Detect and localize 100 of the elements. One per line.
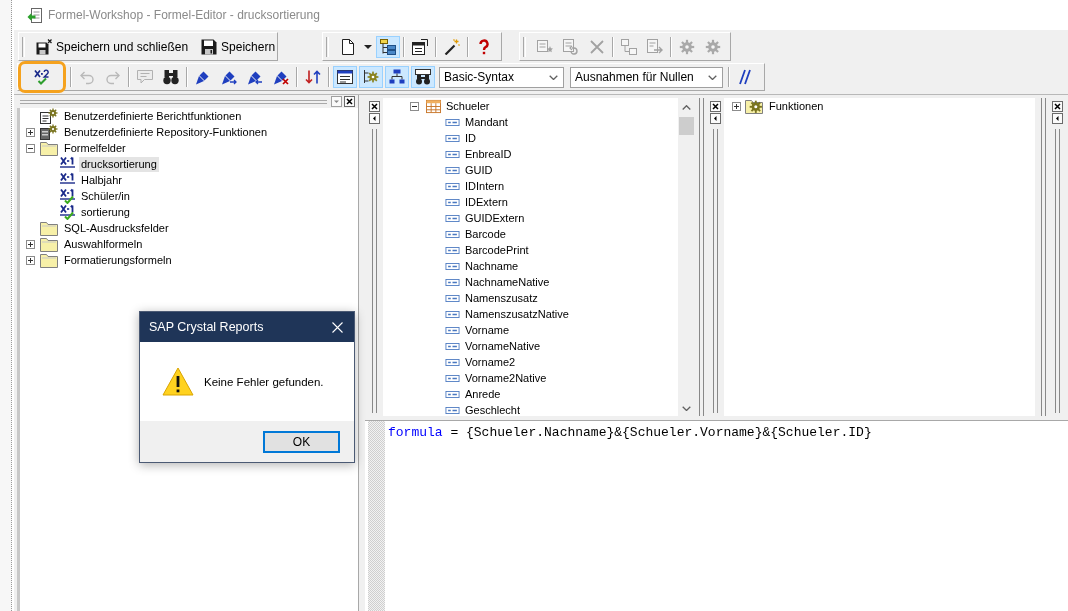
folder-icon (40, 220, 58, 236)
toolbar-button[interactable] (359, 66, 383, 88)
window-title: Formel-Workshop - Formel-Editor - drucksortierung (48, 8, 320, 22)
field-icon (445, 278, 460, 286)
tree-item[interactable]: IDExtern (463, 194, 510, 210)
field-icon (445, 358, 460, 366)
collapse-icon[interactable] (410, 101, 419, 111)
bookmark-next-icon (221, 69, 237, 85)
tree-item[interactable]: sortierung (79, 204, 132, 220)
field-icon (445, 342, 460, 350)
folder-icon (40, 236, 58, 252)
tree-item[interactable]: Formatierungsformeln (62, 252, 174, 268)
bookmark-icon (195, 69, 211, 85)
caret-down-icon (364, 44, 372, 49)
field-icon (445, 390, 460, 398)
tree-item[interactable]: GUID (463, 162, 495, 178)
bookmark-previous-icon (247, 69, 263, 85)
save-button[interactable]: Speichern (197, 35, 280, 58)
floppy-disk-cross-icon (36, 38, 52, 55)
window-list-icon (412, 38, 428, 55)
tree-item[interactable]: Formelfelder (62, 140, 128, 156)
field-icon (445, 150, 460, 158)
tree-item[interactable]: Vorname2 (463, 354, 518, 370)
blank-page-icon (340, 38, 356, 55)
tree-item[interactable]: Schueler (444, 98, 492, 114)
expand-icon[interactable] (26, 239, 35, 249)
tree-item[interactable]: ID (463, 130, 478, 146)
expand-icon[interactable] (26, 255, 35, 265)
collapse-icon[interactable] (26, 143, 35, 153)
gear-icon (679, 38, 695, 55)
tree-item[interactable]: Schüler/in (79, 188, 132, 204)
close-icon[interactable] (344, 96, 355, 107)
field-icon (445, 214, 460, 222)
scrollbar-thumb[interactable] (679, 117, 694, 135)
tree-item[interactable]: Mandant (463, 114, 510, 130)
toolbar-button[interactable] (411, 66, 435, 88)
field-icon (445, 310, 460, 318)
tree-item[interactable]: VornameNative (463, 338, 543, 354)
tree-item[interactable]: NachnameNative (463, 274, 552, 290)
toolbar-button[interactable] (376, 35, 400, 58)
folder-icon (40, 252, 58, 268)
ok-button[interactable]: OK (263, 430, 340, 453)
tree-item[interactable]: Anrede (463, 386, 503, 402)
tree-item[interactable]: GUIDExtern (463, 210, 527, 226)
page-export-icon (647, 38, 663, 55)
dropdown[interactable]: Ausnahmen für Nullen (570, 66, 723, 88)
field-icon (445, 294, 460, 302)
tree-item[interactable]: SQL-Ausdrucksfelder (62, 220, 171, 236)
toolbar-button[interactable] (385, 66, 409, 88)
tree-item[interactable]: Auswahlformeln (62, 236, 145, 252)
comment-slashes-icon (738, 69, 751, 85)
linked-boxes-icon (621, 38, 637, 55)
tree-item[interactable]: BarcodePrint (463, 242, 531, 258)
expand-icon[interactable] (732, 101, 741, 111)
delete-icon (589, 38, 605, 55)
tree-item[interactable]: Benutzerdefinierte Repository-Funktionen (62, 124, 269, 140)
arrow-left-icon[interactable] (709, 113, 721, 124)
folder-icon (40, 140, 58, 156)
tree-item[interactable]: Funktionen (767, 98, 826, 114)
close-icon[interactable] (709, 101, 721, 112)
close-icon[interactable] (368, 101, 380, 112)
tree-item[interactable]: Barcode (463, 226, 508, 242)
arrow-left-icon[interactable] (368, 113, 380, 124)
toolbar-button[interactable] (333, 66, 357, 88)
save-and-close-button[interactable]: Speichern und schließen (32, 35, 193, 58)
close-icon (331, 321, 343, 333)
chevron-down-icon[interactable] (682, 406, 691, 411)
gear-icon (705, 38, 721, 55)
close-icon[interactable] (1051, 101, 1063, 112)
tree-item[interactable]: NamenszusatzNative (463, 306, 571, 322)
field-icon (445, 246, 460, 254)
warning-icon (162, 367, 194, 396)
page-arrow-icon (563, 38, 579, 55)
server-gear-icon (40, 124, 58, 140)
field-icon (445, 374, 460, 382)
tree-nodes-icon (389, 69, 405, 85)
window-list-icon (337, 69, 353, 85)
chevron-up-icon[interactable] (682, 105, 691, 110)
document-arrow-icon (27, 7, 42, 23)
magic-wand-icon (444, 38, 460, 55)
tree-item[interactable]: Nachname (463, 258, 521, 274)
tree-item[interactable]: Vorname (463, 322, 512, 338)
arrow-left-icon[interactable] (1051, 113, 1063, 124)
page-star-icon (537, 38, 553, 55)
formula-check-icon (34, 69, 50, 85)
field-icon (445, 134, 460, 142)
tree-item[interactable]: Vorname2Native (463, 370, 549, 386)
tree-item[interactable]: Benutzerdefinierte Berichtfunktionen (62, 108, 244, 124)
code-line: formula = {Schueler.Nachname}&{Schueler.Vorname}&{Schueler.ID} (388, 425, 873, 441)
window-binoculars-icon (415, 69, 431, 85)
tree-item[interactable]: EnbreaID (463, 146, 514, 162)
dropdown[interactable]: Basic-Syntax (439, 66, 564, 88)
tree-item[interactable]: Namenszusatz (463, 290, 540, 306)
tree-item[interactable]: Halbjahr (79, 172, 124, 188)
expand-icon[interactable] (26, 127, 35, 137)
tree-item[interactable]: IDIntern (463, 178, 507, 194)
gear-tree-icon (363, 69, 379, 85)
tree-item[interactable]: Geschlecht (463, 402, 523, 418)
tree-item[interactable]: drucksortierung (79, 156, 159, 172)
field-icon (445, 166, 460, 174)
